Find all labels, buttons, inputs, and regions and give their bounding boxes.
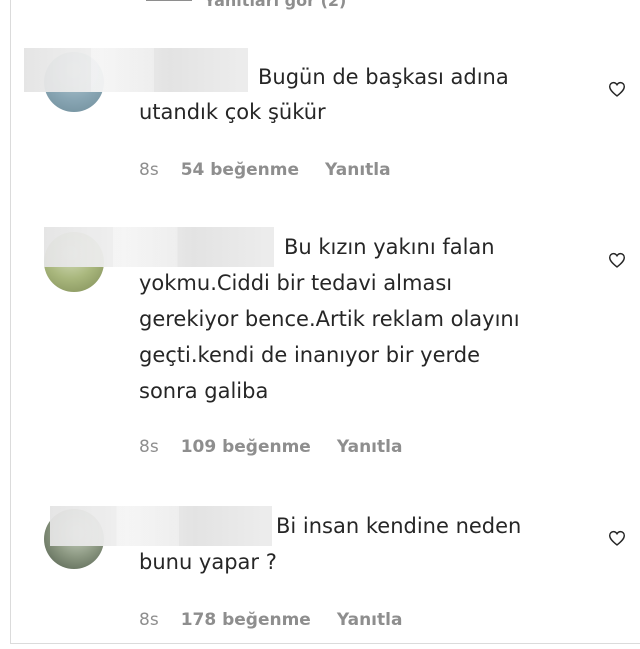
username-redacted [50,506,272,546]
reply-button[interactable]: Yanıtla [325,160,391,180]
like-count-button[interactable]: 54 beğenme [181,160,299,180]
like-count-button[interactable]: 109 beğenme [181,437,311,457]
comment-text-line: geçti.kendi de inanıyor bir yerde [139,343,481,367]
like-heart-icon[interactable] [608,530,626,546]
comment-time: 8s [139,437,159,457]
reply-button[interactable]: Yanıtla [337,437,403,457]
comment-text-line: yokmu.Ciddi bir tedavi alması [139,271,453,295]
username-redacted [24,48,248,92]
comment-meta: 8s 178 beğenme Yanıtla [139,610,402,630]
comment-text-line: Bu kızın yakını falan [284,235,495,259]
view-replies-button[interactable]: Yanıtları gör (2) [204,0,346,10]
comment-text-line: utandık çok şükür [139,100,326,124]
comment-meta: 8s 54 beğenme Yanıtla [139,160,391,180]
replies-divider-line [146,0,192,1]
like-heart-icon[interactable] [608,252,626,268]
like-count-button[interactable]: 178 beğenme [181,610,311,630]
reply-button[interactable]: Yanıtla [337,610,403,630]
comment-text-line: gerekiyor bence.Artik reklam olayını [139,307,520,331]
comment-text-line: sonra galiba [139,379,269,403]
comment-meta: 8s 109 beğenme Yanıtla [139,437,402,457]
username-redacted [44,227,274,267]
comment-time: 8s [139,610,159,630]
comment-text-line: Bi insan kendine neden [276,514,522,538]
comment-time: 8s [139,160,159,180]
like-heart-icon[interactable] [608,81,626,97]
comment-text-line: Bugün de başkası adına [258,65,509,89]
comment-text-line: bunu yapar ? [139,550,277,574]
view-replies-row[interactable]: Yanıtları gör (2) [146,0,346,10]
